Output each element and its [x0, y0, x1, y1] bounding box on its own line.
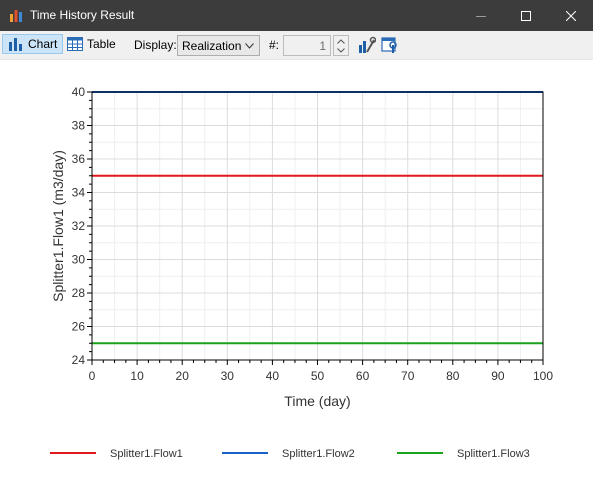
display-select-value: Realization — [182, 39, 242, 53]
x-tick-label: 80 — [446, 369, 460, 383]
minimize-icon — [475, 15, 486, 17]
x-tick-label: 40 — [266, 369, 280, 383]
window-title: Time History Result — [30, 8, 135, 22]
y-tick-label: 28 — [72, 286, 86, 300]
close-button[interactable] — [548, 0, 593, 31]
y-tick-label: 36 — [72, 152, 86, 166]
chart-view-button[interactable]: Chart — [2, 34, 63, 54]
toolbar: Chart Table Display: Realization #: 1 — [0, 31, 593, 60]
maximize-icon — [520, 10, 531, 21]
chart-view-label: Chart — [28, 37, 58, 51]
y-tick-label: 30 — [72, 253, 86, 267]
legend-label: Splitter1.Flow3 — [457, 448, 530, 460]
display-select[interactable]: Realization — [177, 35, 260, 56]
chevron-down-icon — [245, 43, 254, 49]
chart-settings-icon[interactable] — [381, 36, 399, 54]
realization-spinner[interactable] — [333, 35, 349, 56]
x-tick-label: 0 — [89, 369, 96, 383]
y-tick-label: 24 — [72, 353, 86, 367]
y-tick-label: 34 — [72, 186, 86, 200]
axis-ticks: 0 10 20 30 40 50 60 70 80 90 100 24 26 28 30 32 34 36 38 40 — [72, 85, 554, 383]
table-view-label: Table — [87, 37, 116, 51]
y-tick-label: 32 — [72, 219, 86, 233]
x-tick-label: 100 — [533, 369, 553, 383]
spin-down-icon[interactable] — [337, 48, 345, 53]
x-tick-label: 30 — [221, 369, 235, 383]
display-label: Display: — [134, 38, 177, 52]
y-tick-label: 40 — [72, 85, 86, 99]
y-axis-label: Splitter1.Flow1 (m3/day) — [50, 150, 66, 302]
realization-number-label: #: — [269, 38, 280, 52]
table-icon — [67, 37, 83, 51]
x-tick-label: 20 — [176, 369, 190, 383]
y-tick-label: 38 — [72, 119, 86, 133]
x-tick-label: 90 — [491, 369, 505, 383]
bar-chart-icon — [10, 10, 22, 22]
x-tick-label: 10 — [130, 369, 144, 383]
x-tick-label: 70 — [401, 369, 415, 383]
close-icon — [565, 10, 576, 21]
legend: Splitter1.Flow1 Splitter1.Flow2 Splitter1.… — [50, 448, 530, 460]
chart-icon — [9, 38, 22, 51]
chart-properties-icon[interactable] — [358, 36, 376, 54]
y-tick-label: 26 — [72, 320, 86, 334]
x-tick-label: 60 — [356, 369, 370, 383]
title-bar: Time History Result — [0, 0, 593, 31]
minimize-button[interactable] — [458, 0, 503, 31]
maximize-button[interactable] — [503, 0, 548, 31]
realization-number-input[interactable]: 1 — [283, 35, 331, 56]
time-history-chart: 0 10 20 30 40 50 60 70 80 90 100 24 26 28 30 32 34 36 38 40… — [50, 85, 554, 460]
grid-lines — [91, 91, 544, 361]
spin-up-icon[interactable] — [337, 39, 345, 44]
legend-label: Splitter1.Flow1 — [110, 448, 183, 460]
chart-area: 0 10 20 30 40 50 60 70 80 90 100 24 26 28 30 32 34 36 38 40… — [0, 60, 593, 475]
x-axis-label: Time (day) — [284, 393, 350, 409]
x-tick-label: 50 — [311, 369, 325, 383]
table-view-button[interactable]: Table — [67, 34, 116, 54]
legend-label: Splitter1.Flow2 — [282, 448, 355, 460]
realization-number-value: 1 — [319, 39, 326, 53]
